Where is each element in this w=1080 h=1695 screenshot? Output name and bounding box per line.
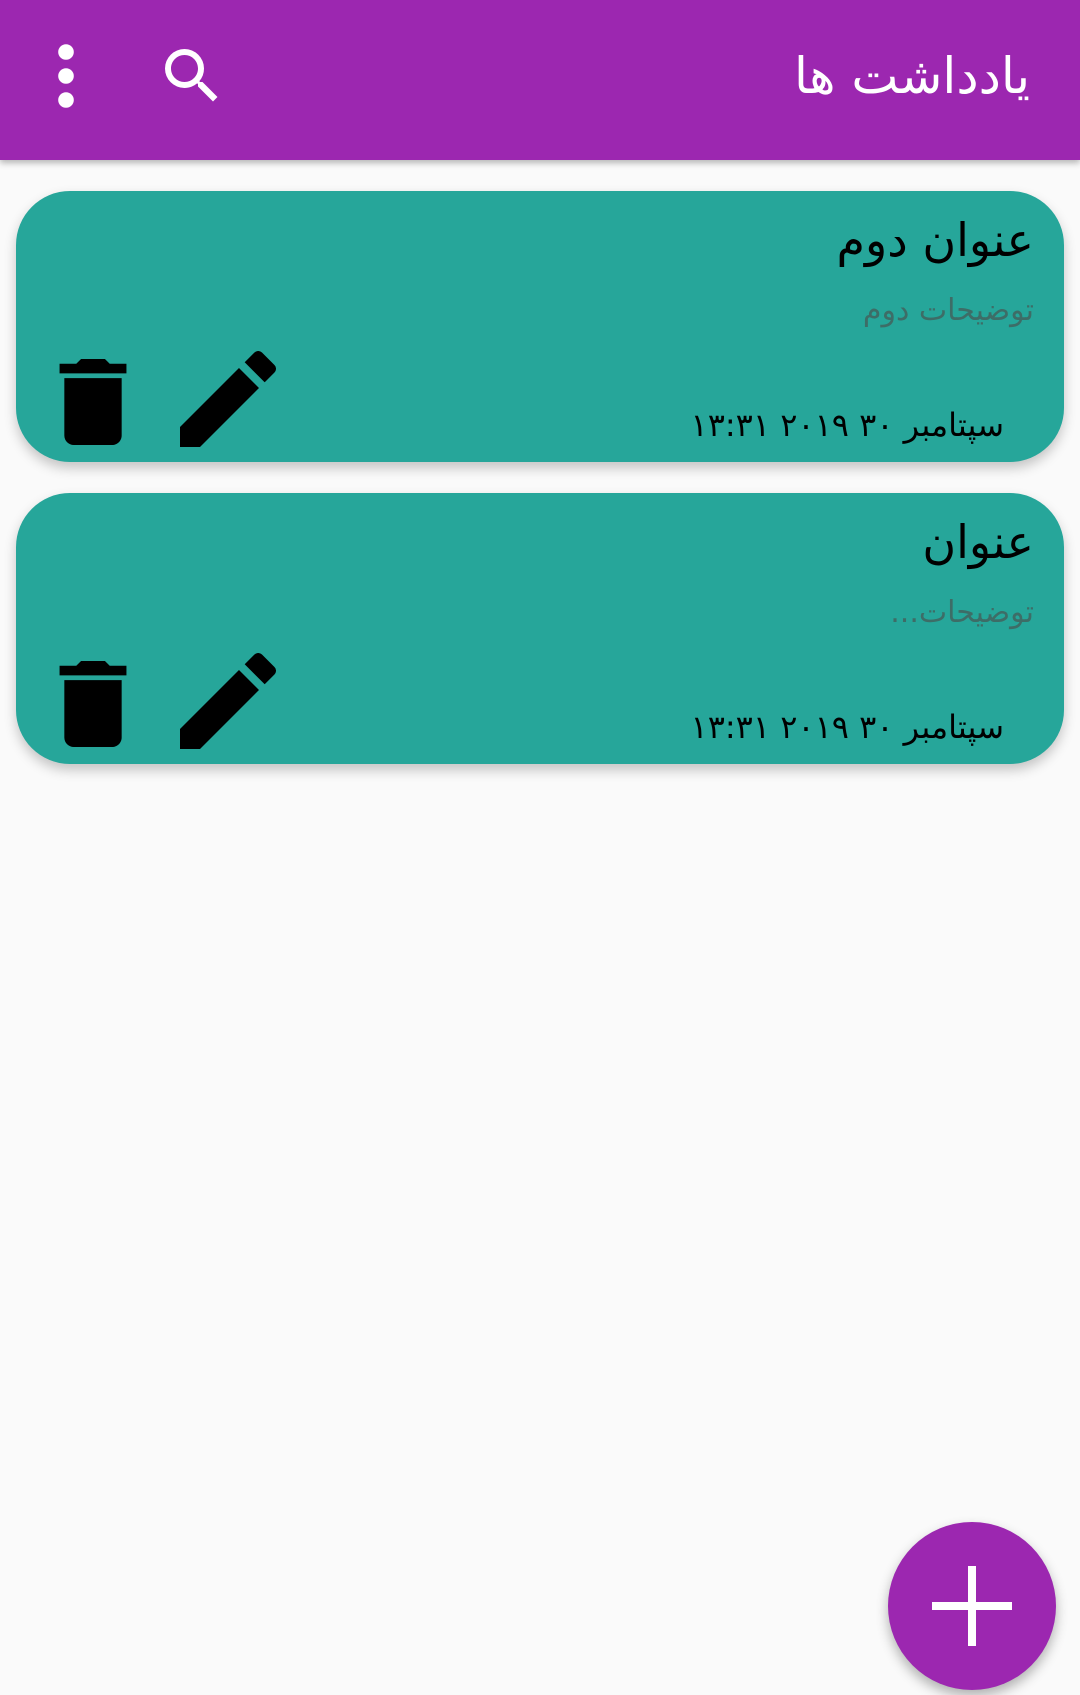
overflow-menu-button[interactable] — [36, 40, 96, 112]
delete-note-button[interactable] — [56, 661, 130, 747]
edit-icon — [180, 350, 277, 447]
add-note-button[interactable] — [888, 1522, 1056, 1690]
note-date: سپتامبر ۳۰ ۲۰۱۹ ۱۳:۳۱ — [690, 708, 1005, 746]
page-title: یادداشت ها — [793, 47, 1030, 105]
add-icon — [932, 1566, 1012, 1646]
note-description: توضیحات دوم — [862, 293, 1034, 328]
edit-note-button[interactable] — [180, 652, 277, 749]
delete-icon — [59, 661, 127, 747]
note-card[interactable]: عنوان توضیحات... سپتامبر ۳۰ ۲۰۱۹ ۱۳:۳۱ — [16, 493, 1064, 764]
note-card[interactable]: عنوان دوم توضیحات دوم سپتامبر ۳۰ ۲۰۱۹ ۱۳… — [16, 191, 1064, 462]
search-icon — [165, 49, 218, 102]
note-date: سپتامبر ۳۰ ۲۰۱۹ ۱۳:۳۱ — [690, 406, 1005, 444]
delete-icon — [59, 359, 127, 445]
note-title: عنوان — [922, 515, 1034, 569]
edit-icon — [180, 652, 277, 749]
note-title: عنوان دوم — [836, 213, 1034, 267]
edit-note-button[interactable] — [180, 350, 277, 447]
search-button[interactable] — [156, 40, 228, 112]
app-bar: یادداشت ها — [0, 0, 1080, 160]
note-description: توضیحات... — [890, 595, 1034, 630]
delete-note-button[interactable] — [56, 359, 130, 445]
more-vert-icon — [58, 44, 74, 108]
